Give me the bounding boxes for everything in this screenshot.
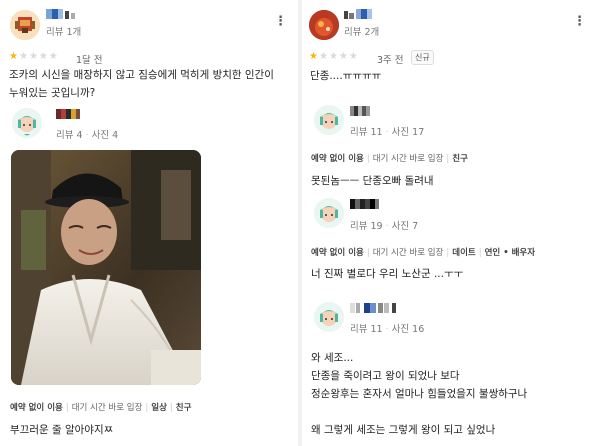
replier-stats: 리뷰 19 · 사진 7 [350,221,419,232]
reviewer-avatar[interactable] [309,10,339,40]
review-text-line: 조카의 시신을 매장하지 않고 짐승에게 먹히게 방치한 인간이 [9,69,274,81]
right-review-card: 리뷰 2개 ⋮ ★★★★★ 3주 전 신규 단종....ㅠㅠㅠㅠ 리뷰 11 ·… [303,0,600,446]
tag-companion: 친구 [175,403,192,413]
replier-stats: 리뷰 11 · 사진 17 [350,127,425,138]
reviewer-name-pixelated[interactable] [46,9,86,21]
actor-photo [11,150,201,385]
star-icon: ★ [309,51,319,62]
more-vertical-icon[interactable]: ⋮ [573,14,586,29]
rating-stars: ★★★★★ [309,51,359,62]
replier-name-pixelated[interactable] [56,109,86,120]
tag-wait-time: 대기 시간 바로 입장 [372,248,444,258]
reviewer-avatar[interactable] [10,10,40,40]
default-avatar-icon [314,105,344,135]
photos-count: 사진 7 [391,221,419,232]
column-divider [298,0,302,446]
reply-line [311,403,596,421]
reply-comment: 너 진짜 별로다 우리 노산군 ...ㅜㅜ [311,268,464,280]
reply-line: 와 세조... [311,352,354,364]
photos-count: 사진 16 [391,324,425,335]
review-text: 조카의 시신을 매장하지 않고 짐승에게 먹히게 방치한 인간이 누워있는 곳입… [9,66,291,102]
reply-comment: 와 세조... 단종을 죽이려고 왕이 되었나 보다 정순왕후는 혼자서 얼마나… [311,349,596,439]
new-badge: 신규 [411,50,434,65]
left-review-card: 리뷰 1개 ⋮ ★★★★★ 1달 전 조카의 시신을 매장하지 않고 짐승에게 … [0,0,296,446]
star-icon: ★ [28,51,39,62]
replier-stats: 리뷰 4 · 사진 4 [56,130,119,141]
reply-line: 왜 그렇게 세조는 그렇게 왕이 되고 싶었나 [311,424,496,436]
star-icon: ★ [38,51,49,62]
replier-name-pixelated[interactable] [350,199,384,210]
reviewer-name-pixelated[interactable] [344,9,380,21]
replier-avatar[interactable] [314,198,344,228]
reply-comment: 부끄러운 줄 알아야지ㅉ [10,424,114,436]
replier-avatar[interactable] [314,302,344,332]
reviewer-stats: 리뷰 1개 [46,27,82,38]
photos-count: 사진 4 [91,130,119,141]
reply-tags: 예약 없이 이용 | 대기 시간 바로 입장 | 친구 [311,154,468,164]
photos-count: 사진 17 [391,127,425,138]
reviews-count: 리뷰 11 [350,127,383,138]
tag-purpose: 일상 [151,403,167,413]
food-avatar-icon [309,10,339,40]
tag-reservation: 예약 없이 이용 [10,403,63,413]
replier-stats: 리뷰 11 · 사진 16 [350,324,425,335]
review-tags: 예약 없이 이용 | 대기 시간 바로 입장 | 일상 | 친구 [10,403,192,413]
review-text-line: 누워있는 곳입니까? [9,87,96,99]
reviews-count: 리뷰 11 [350,324,383,335]
reviewer-stats: 리뷰 2개 [344,27,380,38]
review-time: 1달 전 [76,55,103,66]
reply-tags: 예약 없이 이용 | 대기 시간 바로 입장 | 데이트 | 연인 • 배우자 [311,248,536,258]
tag-purpose: 데이트 [452,248,476,258]
star-icon: ★ [328,51,339,62]
review-time: 3주 전 [377,55,404,66]
tag-reservation: 예약 없이 이용 [311,248,364,258]
reply-comment: 못된놈ㅡㅡ 단종오빠 돌려내 [311,175,434,187]
star-icon: ★ [338,51,349,62]
default-avatar-icon [314,198,344,228]
replier-avatar[interactable] [314,105,344,135]
star-icon: ★ [9,51,19,62]
tag-wait-time: 대기 시간 바로 입장 [71,403,143,413]
default-avatar-icon [314,302,344,332]
tag-companion: 친구 [452,154,468,164]
default-avatar-icon [12,108,42,138]
review-photo[interactable] [11,150,201,385]
reply-line: 단종을 죽이려고 왕이 되었나 보다 [311,370,460,382]
reply-line: 정순왕후는 혼자서 얼마나 힘들었을지 불쌍하구나 [311,388,528,400]
reviews-count: 리뷰 19 [350,221,383,232]
star-icon: ★ [318,51,329,62]
star-icon: ★ [348,51,359,62]
star-icon: ★ [18,51,29,62]
tag-companion: 연인 • 배우자 [484,248,536,258]
replier-avatar[interactable] [12,108,42,138]
character-avatar-icon [10,10,40,40]
replier-name-pixelated[interactable] [350,303,410,314]
rating-stars: ★★★★★ [9,51,59,62]
more-vertical-icon[interactable]: ⋮ [274,14,287,29]
tag-reservation: 예약 없이 이용 [311,154,364,164]
star-icon: ★ [48,51,59,62]
review-text: 단종....ㅠㅠㅠㅠ [310,70,382,82]
tag-wait-time: 대기 시간 바로 입장 [372,154,444,164]
replier-name-pixelated[interactable] [350,106,374,117]
reviews-count: 리뷰 4 [56,130,83,141]
